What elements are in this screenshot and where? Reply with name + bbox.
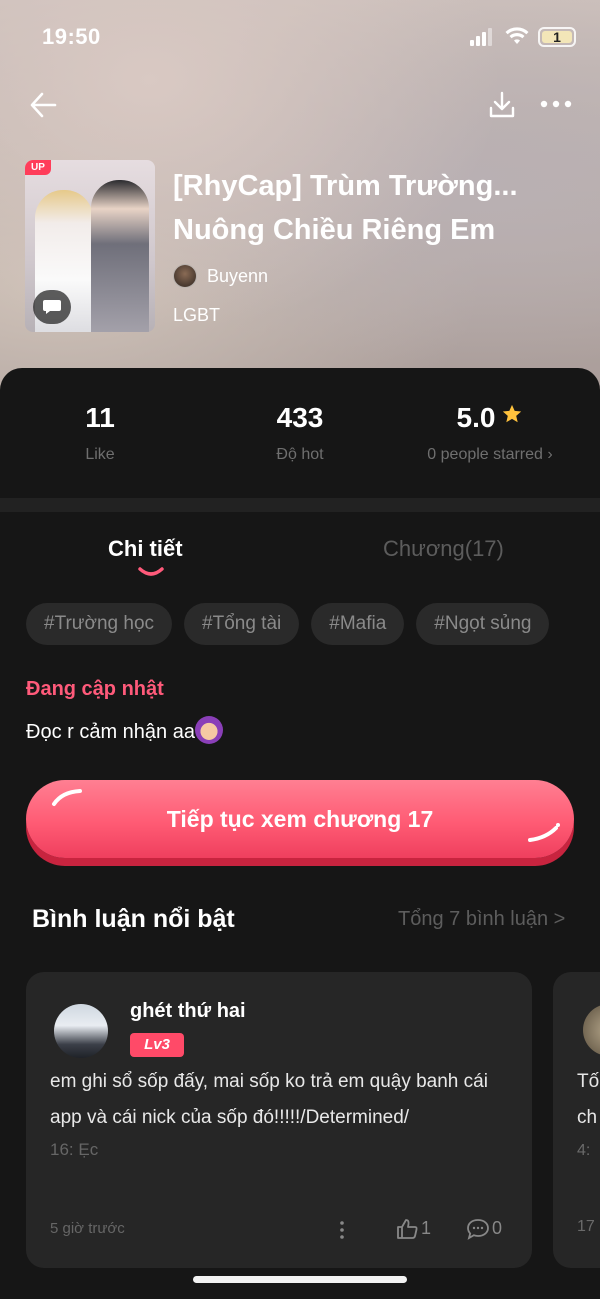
reply-icon[interactable] [466,1218,490,1240]
tag-list: #Trường học #Tổng tài #Mafia #Ngọt sủng [26,603,574,647]
author-avatar[interactable] [173,264,197,288]
battery-level: 1 [553,29,561,45]
status-bar: 19:50 1 [0,0,600,72]
stats-row: 11 Like 433 Độ hot 5.0 0 people starred … [0,368,600,498]
stat-rating[interactable]: 5.0 0 people starred › [390,398,590,464]
signal-icon [470,28,492,46]
status-time: 19:50 [42,24,101,49]
wifi-icon [505,27,529,44]
tab-detail[interactable]: Chi tiết [108,534,183,564]
download-icon[interactable] [488,90,516,120]
emoji-icon [194,716,223,744]
comments-section-title: Bình luận nổi bật [32,905,235,933]
tab-chapters[interactable]: Chương(17) [383,534,504,564]
back-arrow-icon[interactable] [28,90,58,120]
continue-reading-label: Tiếp tục xem chương 17 [166,805,434,832]
like-count: 1 [421,1218,432,1238]
story-title: [RhyCap] Trùm Trường... Nuông Chiều Riên… [173,170,518,246]
update-status: Đang cập nhật [26,678,164,700]
stat-hot: 433 Độ hot [200,398,400,464]
comment-chapter: 4: [577,1142,591,1159]
rating-label[interactable]: 0 people starred › [390,446,590,464]
section-divider [0,498,600,512]
comment-card-next[interactable]: Tố ch 4: 17 [553,972,600,1268]
comments-total-link[interactable]: Tổng 7 bình luận > [398,908,565,931]
comment-time: 5 giờ trước [50,1220,125,1237]
comment-text-line: Tố [577,1071,600,1092]
comment-bubble-icon[interactable] [33,290,71,324]
commenter-name[interactable]: ghét thứ hai [130,1000,246,1023]
likes-label: Like [85,446,115,463]
shine-decoration-icon [528,823,560,842]
tag-chip[interactable]: #Tổng tài [184,603,300,645]
stat-likes: 11 Like [0,398,200,464]
comment-menu-icon[interactable] [338,1220,346,1240]
comment-time: 17 [577,1218,595,1235]
commenter-avatar[interactable] [54,1004,108,1058]
thumbs-up-icon[interactable] [396,1218,418,1240]
shine-decoration-icon [52,789,82,806]
more-options-icon[interactable] [540,98,572,110]
hot-label: Độ hot [276,446,324,463]
genre-label[interactable]: LGBT [173,303,220,327]
author-name[interactable]: Buyenn [207,264,268,288]
comment-text: em ghi sổ sốp đấy, mai sốp ko trả em quậ… [50,1071,488,1128]
story-cover[interactable]: UP [25,160,155,332]
level-badge: Lv3 [130,1033,184,1057]
likes-value: 11 [85,402,115,433]
update-badge: UP [25,160,51,175]
comment-text-line: ch [577,1107,598,1128]
star-icon [503,404,522,423]
description-text: Đọc r cảm nhận aa [26,721,195,743]
tag-chip[interactable]: #Trường học [26,603,173,645]
home-indicator[interactable] [193,1276,407,1283]
tag-chip[interactable]: #Mafia [311,603,405,645]
hot-value: 433 [276,402,324,433]
rating-value: 5.0 [456,402,496,433]
comment-chapter[interactable]: 16: Ẹc [50,1140,98,1160]
reply-count: 0 [492,1218,503,1238]
comment-card[interactable]: ghét thứ hai Lv3 em ghi sổ sốp đấy, mai … [26,972,532,1268]
detail-panel: 11 Like 433 Độ hot 5.0 0 people starred … [0,368,600,1299]
continue-reading-button[interactable]: Tiếp tục xem chương 17 [26,780,574,858]
story-description: Đọc r cảm nhận aa [26,716,223,747]
tab-indicator [138,567,164,576]
tag-chip[interactable]: #Ngọt sủng [416,603,550,645]
commenter-avatar[interactable] [583,1004,600,1056]
battery-icon: 1 [538,27,576,47]
